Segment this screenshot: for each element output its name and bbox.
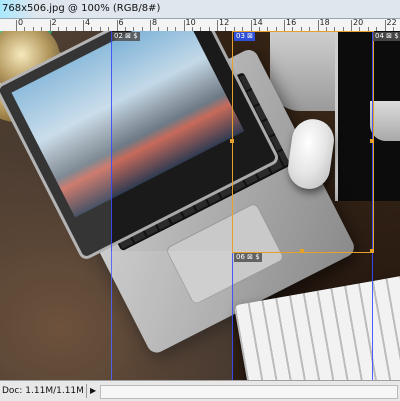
- slice-handle[interactable]: [300, 249, 304, 253]
- ruler-number: 2: [51, 19, 57, 27]
- ruler-number: 20: [353, 19, 364, 27]
- slice-label-02[interactable]: 02 ⊠ $: [112, 32, 140, 41]
- status-divider: [86, 384, 87, 398]
- ruler-number: 10: [185, 19, 196, 27]
- status-bar: Doc: 1.11M/1.11M ▶: [0, 380, 400, 401]
- ruler-number: 16: [286, 19, 297, 27]
- ruler-major-tick: [83, 20, 84, 31]
- slice-overlay: [111, 251, 232, 380]
- ruler-number: 14: [252, 19, 263, 27]
- ruler-major-tick: [49, 20, 51, 31]
- ruler-major-tick: [317, 20, 319, 31]
- slice-handle[interactable]: [230, 139, 234, 143]
- image-canvas[interactable]: 02 ⊠ $ 03 ⊠ 04 ⊠ $ 06 ⊠ $: [0, 31, 400, 380]
- ruler-major-tick: [284, 20, 285, 31]
- slice-handle[interactable]: [370, 139, 374, 143]
- ruler-major-tick: [150, 20, 151, 31]
- ruler-number: 6: [118, 19, 124, 27]
- document-size: Doc: 1.11M/1.11M: [2, 386, 84, 396]
- ruler-major-tick: [183, 20, 185, 31]
- ruler-major-tick: [351, 20, 352, 31]
- ruler-number: 18: [319, 19, 330, 27]
- document-tab[interactable]: 768x506.jpg @ 100% (RGB/8#): [0, 0, 400, 19]
- ruler-major-tick: [116, 20, 118, 31]
- horizontal-scrollbar[interactable]: [100, 385, 398, 399]
- ruler-number: 22: [386, 19, 397, 27]
- selected-slice[interactable]: [232, 31, 374, 253]
- status-menu-arrow-icon[interactable]: ▶: [90, 381, 96, 401]
- imac-foot: [370, 101, 400, 141]
- ruler-number: 0: [18, 19, 24, 27]
- ruler-number: 12: [219, 19, 230, 27]
- document-title: 768x506.jpg @ 100% (RGB/8#): [2, 3, 161, 14]
- ruler-major-tick: [384, 20, 386, 31]
- ruler-major-tick: [217, 20, 218, 31]
- ruler-major-tick: [250, 20, 252, 31]
- ruler-major-tick: [16, 20, 17, 31]
- slice-overlay: [0, 31, 111, 380]
- ruler-number: 8: [152, 19, 158, 27]
- slice-label-03[interactable]: 03 ⊠: [234, 32, 256, 41]
- ruler-number: 4: [85, 19, 91, 27]
- slice-label-06[interactable]: 06 ⊠ $: [234, 253, 262, 262]
- slice-label-04[interactable]: 04 ⊠ $: [373, 32, 400, 41]
- slice-handle[interactable]: [370, 249, 374, 253]
